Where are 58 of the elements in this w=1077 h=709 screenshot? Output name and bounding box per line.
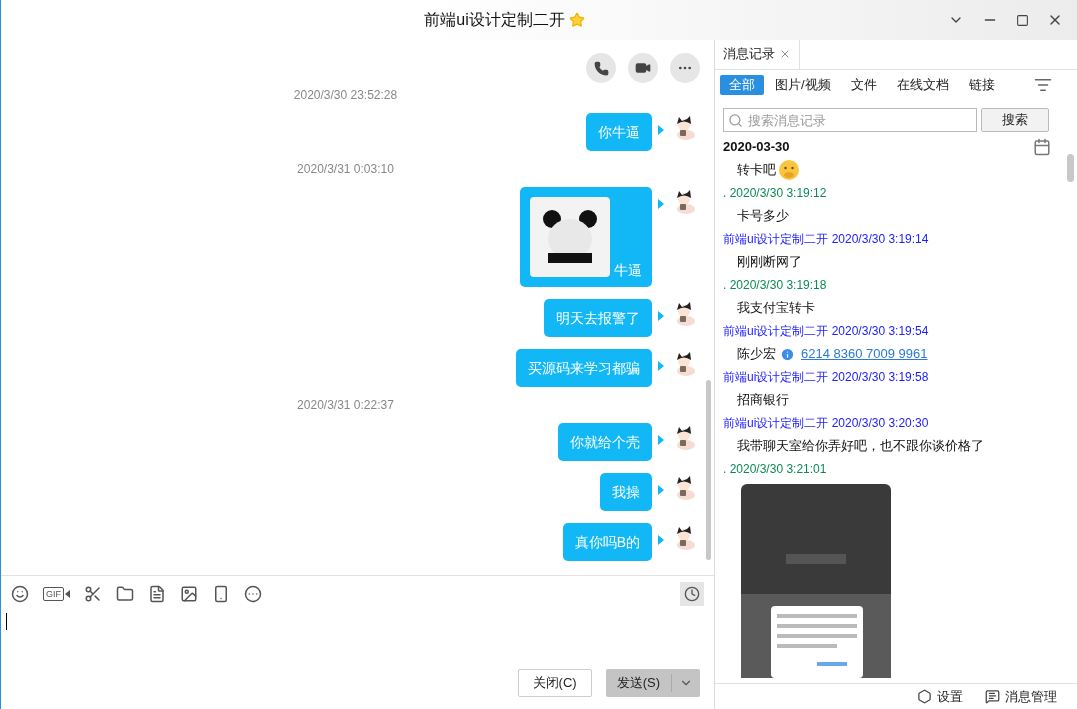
message-bubble: 你牛逼 xyxy=(586,113,652,151)
close-chat-button[interactable]: 关闭(C) xyxy=(517,669,592,697)
message-bubble: 明天去报警了 xyxy=(544,299,652,337)
close-tab-icon[interactable] xyxy=(779,48,791,60)
history-message: 我支付宝转卡 xyxy=(737,299,815,317)
scrollbar-thumb[interactable] xyxy=(1067,154,1074,182)
search-button[interactable]: 搜索 xyxy=(981,108,1049,132)
filter-tab[interactable]: 在线文档 xyxy=(887,75,958,95)
message-sender-time: . 2020/3/30 3:21:01 xyxy=(723,461,828,478)
message-sender-time: . 2020/3/30 3:19:18 xyxy=(723,277,828,294)
settings-icon[interactable] xyxy=(917,689,932,704)
send-button[interactable]: 发送(S) xyxy=(605,669,700,697)
folder-icon[interactable] xyxy=(116,584,134,603)
phone-call-button[interactable] xyxy=(586,53,616,83)
message-sender-time: 前端ui设计定制二开 2020/3/30 3:19:58 xyxy=(723,369,930,386)
message-icon[interactable] xyxy=(985,689,1000,704)
image-icon[interactable] xyxy=(180,584,198,603)
message-sender-time: 前端ui设计定制二开 2020/3/30 3:20:30 xyxy=(723,415,930,432)
phone-shake-icon[interactable] xyxy=(212,584,230,603)
message-sender-time: . 2020/3/30 3:19:12 xyxy=(723,185,828,202)
calendar-icon[interactable] xyxy=(1033,138,1051,156)
history-message: 卡号多少 xyxy=(737,207,789,225)
more-icon[interactable] xyxy=(244,584,262,603)
message-sender-time: 前端ui设计定制二开 2020/3/30 3:19:54 xyxy=(723,323,930,340)
message-bubble: 真你吗B的 xyxy=(562,523,652,561)
emoji-icon[interactable] xyxy=(11,584,29,603)
document-icon[interactable] xyxy=(148,584,166,603)
history-message: 刚刚断网了 xyxy=(737,253,802,271)
info-icon xyxy=(780,346,795,362)
settings-link[interactable]: 设置 xyxy=(937,686,963,707)
filter-icon[interactable] xyxy=(1034,76,1052,94)
message-manager-link[interactable]: 消息管理 xyxy=(1005,686,1057,707)
message-timestamp: 2020/3/30 23:52:28 xyxy=(293,88,398,104)
filter-tab[interactable]: 链接 xyxy=(959,75,1004,95)
maximize-icon[interactable] xyxy=(1016,13,1029,27)
window-title: 前端ui设计定制二开 xyxy=(424,10,565,30)
message-bubble: 买源码来学习都骗 xyxy=(516,349,652,387)
history-message: 陈少宏 xyxy=(737,345,776,363)
message-bubble: 我操 xyxy=(600,473,652,511)
message-sender-time: 前端ui设计定制二开 2020/3/30 3:19:14 xyxy=(723,231,930,248)
message-timestamp: 2020/3/31 0:22:37 xyxy=(297,397,394,414)
scrollbar-thumb[interactable] xyxy=(706,380,711,560)
filter-tab[interactable]: 图片/视频 xyxy=(766,75,840,95)
history-message: 转卡吧 xyxy=(737,161,776,179)
video-camera-icon[interactable] xyxy=(635,60,651,76)
search-field[interactable]: 搜索消息记录 xyxy=(723,108,977,132)
search-icon xyxy=(728,113,743,128)
message-timestamp: 2020/3/31 0:03:10 xyxy=(297,161,394,178)
phone-icon[interactable] xyxy=(593,60,609,76)
message-bubble: 你就给个壳 xyxy=(558,423,652,461)
filter-tab[interactable]: 文件 xyxy=(841,75,886,95)
history-message: 招商银行 xyxy=(737,391,789,409)
date-heading: 2020-03-30 xyxy=(723,138,790,156)
history-message: 我带聊天室给你弄好吧，也不跟你谈价格了 xyxy=(737,437,984,455)
card-number-link[interactable]: 6214 8360 7009 9961 xyxy=(801,342,928,366)
sticker-caption: 牛逼 xyxy=(614,263,642,277)
video-call-button[interactable] xyxy=(628,53,658,83)
scissors-icon[interactable] xyxy=(84,584,102,603)
